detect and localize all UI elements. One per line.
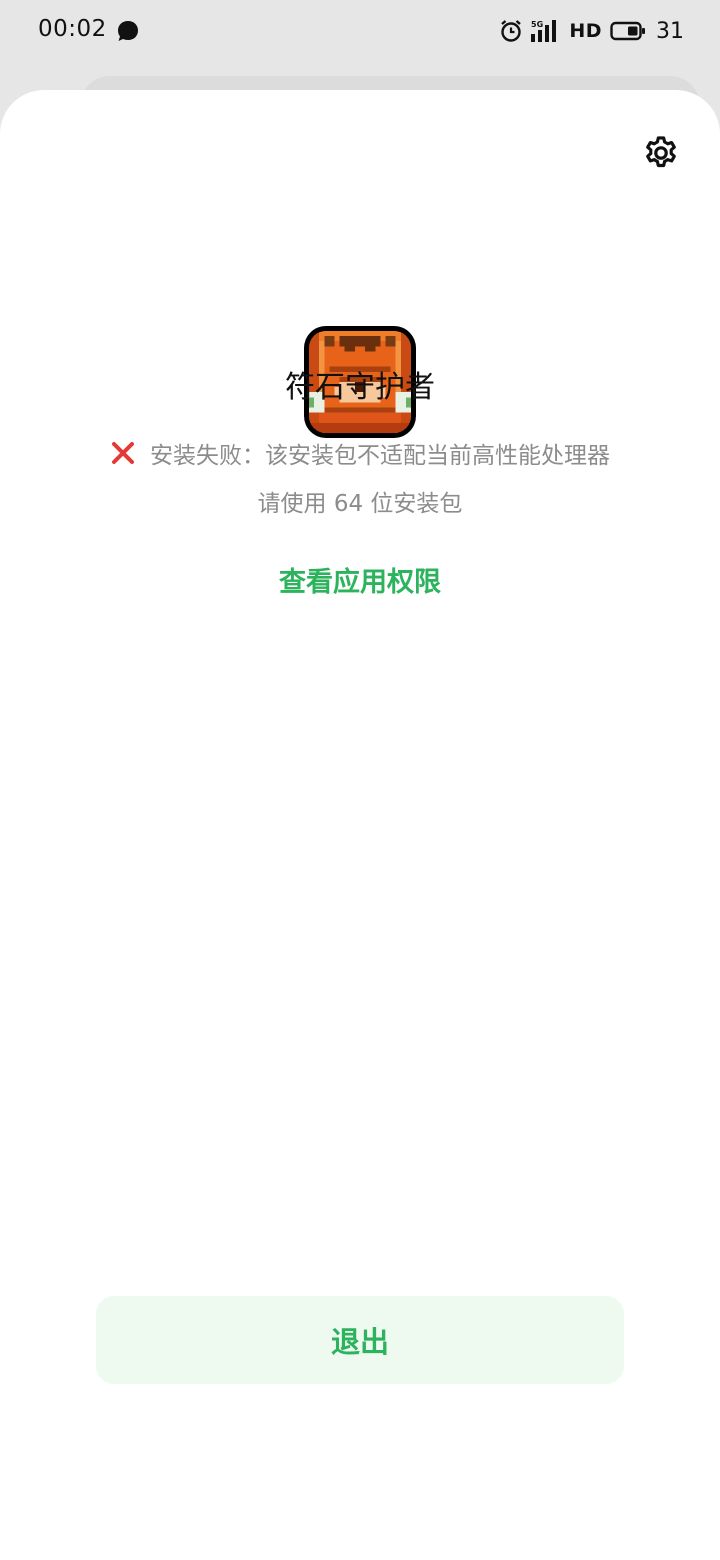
cellular-signal-icon: 5G	[531, 20, 557, 42]
status-time: 00:02	[38, 16, 107, 42]
battery-level: 31	[656, 18, 684, 44]
network-type-label: 5G	[531, 20, 543, 29]
error-hint: 请使用 64 位安装包	[257, 491, 463, 517]
notification-bubble-icon	[118, 21, 138, 41]
alarm-icon	[501, 20, 522, 42]
error-message: 安装失败：该安装包不适配当前高性能处理器	[150, 443, 610, 469]
exit-button[interactable]: 退出	[96, 1296, 624, 1384]
battery-icon	[610, 21, 645, 41]
status-icons: 5G HD 31	[499, 17, 684, 45]
error-cross-icon	[112, 442, 134, 464]
error-message-row: 安装失败：该安装包不适配当前高性能处理器	[0, 436, 720, 470]
status-bar: 00:02 5G HD 31	[0, 0, 720, 62]
hd-voice-label: HD	[569, 20, 602, 42]
view-permissions-link[interactable]: 查看应用权限	[0, 560, 720, 599]
settings-gear-icon[interactable]	[642, 134, 680, 172]
app-name: 符石守护者	[285, 370, 435, 405]
